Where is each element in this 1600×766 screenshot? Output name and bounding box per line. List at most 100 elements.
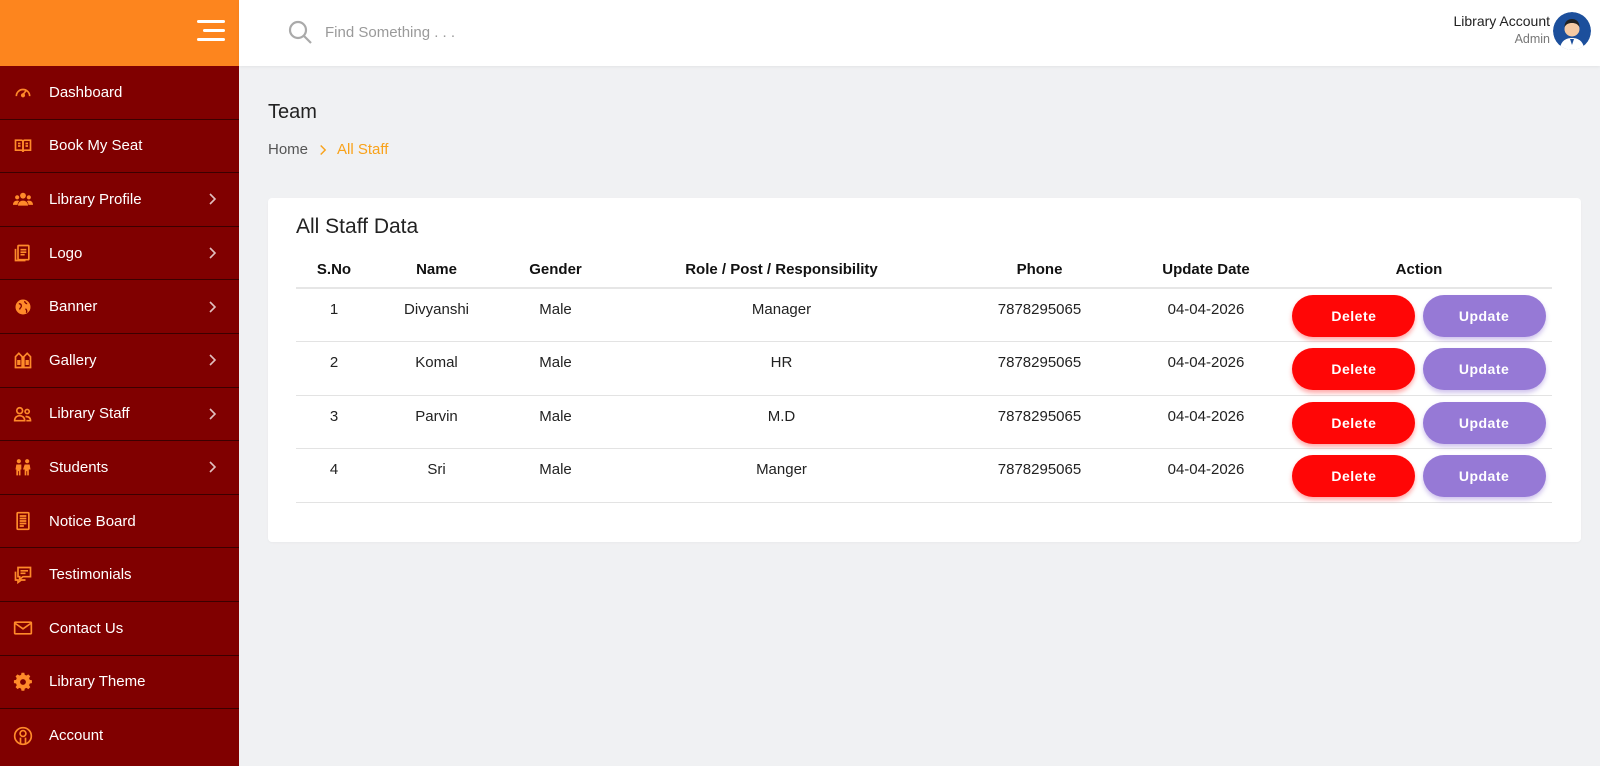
breadcrumb-home-link[interactable]: Home <box>268 141 308 158</box>
sidebar-item-library-profile[interactable]: Library Profile <box>0 173 239 227</box>
column-header: Gender <box>501 252 610 289</box>
gallery-icon <box>12 349 34 371</box>
cell-phone: 7878295065 <box>953 288 1126 342</box>
sidebar-item-account[interactable]: Account <box>0 709 239 763</box>
cell-actions: Delete Update <box>1286 288 1552 342</box>
table-row: 4 Sri Male Manger 7878295065 04-04-2026 … <box>296 448 1552 503</box>
sidebar-item-label: Book My Seat <box>49 137 143 155</box>
account-icon <box>12 725 34 747</box>
sidebar-item-banner[interactable]: Banner <box>0 280 239 334</box>
cell-role: Manager <box>610 288 953 342</box>
mail-icon <box>12 617 34 639</box>
brand-bar <box>0 0 239 66</box>
cell-sno: 2 <box>296 341 372 396</box>
cell-update-date: 04-04-2026 <box>1126 288 1286 342</box>
users-icon <box>12 188 34 210</box>
search-input[interactable] <box>325 20 625 44</box>
book-icon <box>12 135 34 157</box>
account-name: Library Account <box>1453 13 1551 29</box>
speedometer-icon <box>12 81 34 103</box>
hamburger-menu-icon[interactable] <box>197 20 225 44</box>
document-icon <box>12 242 34 264</box>
chevron-right-icon <box>207 408 217 420</box>
card-title: All Staff Data <box>296 215 419 238</box>
sidebar-item-contact-us[interactable]: Contact Us <box>0 602 239 656</box>
chat-icon <box>12 564 34 586</box>
cell-sno: 4 <box>296 448 372 503</box>
sidebar-item-dashboard[interactable]: Dashboard <box>0 66 239 120</box>
delete-button[interactable]: Delete <box>1292 295 1416 337</box>
breadcrumb-current: All Staff <box>337 141 389 158</box>
cell-name: Sri <box>372 448 501 503</box>
update-button[interactable]: Update <box>1422 455 1546 497</box>
cell-sno: 3 <box>296 395 372 449</box>
table-row: 2 Komal Male HR 7878295065 04-04-2026 De… <box>296 341 1552 396</box>
update-button[interactable]: Update <box>1422 295 1546 337</box>
cell-actions: Delete Update <box>1286 341 1552 396</box>
cell-update-date: 04-04-2026 <box>1126 395 1286 449</box>
sidebar-item-label: Gallery <box>49 351 97 369</box>
account-info[interactable]: Library Account Admin <box>1454 13 1551 46</box>
sidebar-item-book-my-seat[interactable]: Book My Seat <box>0 120 239 174</box>
cell-update-date: 04-04-2026 <box>1126 448 1286 503</box>
sidebar-item-label: Library Staff <box>49 405 130 423</box>
cell-actions: Delete Update <box>1286 395 1552 449</box>
top-header: Library Account Admin <box>239 0 1600 66</box>
staff-table: S.No Name Gender Role / Post / Responsib… <box>296 252 1552 503</box>
sidebar-item-students[interactable]: Students <box>0 441 239 495</box>
cell-name: Divyanshi <box>372 288 501 342</box>
chevron-right-icon <box>318 144 327 156</box>
page-title: Team <box>268 101 317 123</box>
column-header: Name <box>372 252 501 289</box>
update-button[interactable]: Update <box>1422 401 1546 444</box>
cell-gender: Male <box>501 288 610 342</box>
cell-phone: 7878295065 <box>953 341 1126 396</box>
cell-role: HR <box>610 341 953 396</box>
notice-icon <box>12 510 34 532</box>
cell-actions: Delete Update <box>1286 448 1552 503</box>
sidebar-item-label: Banner <box>49 298 98 316</box>
table-row: 1 Divyanshi Male Manager 7878295065 04-0… <box>296 288 1552 342</box>
sidebar-item-label: Testimonials <box>49 566 132 584</box>
sidebar-item-label: Account <box>49 727 104 745</box>
sidebar-item-library-theme[interactable]: Library Theme <box>0 656 239 710</box>
breadcrumb: Home All Staff <box>268 141 388 158</box>
delete-button[interactable]: Delete <box>1292 455 1416 497</box>
cell-phone: 7878295065 <box>953 448 1126 503</box>
delete-button[interactable]: Delete <box>1292 401 1416 444</box>
update-button[interactable]: Update <box>1422 348 1546 390</box>
sidebar-item-logo[interactable]: Logo <box>0 227 239 281</box>
chevron-right-icon <box>207 301 217 313</box>
table-row: 3 Parvin Male M.D 7878295065 04-04-2026 … <box>296 395 1552 449</box>
table-header-row: S.No Name Gender Role / Post / Responsib… <box>296 252 1552 289</box>
sidebar-item-library-staff[interactable]: Library Staff <box>0 388 239 442</box>
cell-phone: 7878295065 <box>953 395 1126 449</box>
chevron-right-icon <box>207 354 217 366</box>
sidebar-item-gallery[interactable]: Gallery <box>0 334 239 388</box>
gear-icon <box>12 671 34 693</box>
delete-button[interactable]: Delete <box>1292 348 1416 390</box>
sidebar: Dashboard Book My Seat Library Profile L… <box>0 0 239 766</box>
sidebar-item-notice-board[interactable]: Notice Board <box>0 495 239 549</box>
cell-gender: Male <box>501 395 610 449</box>
staff-data-card: All Staff Data S.No Name Gender Role / P… <box>268 198 1581 542</box>
sidebar-item-label: Students <box>49 458 109 476</box>
column-header: S.No <box>296 252 372 289</box>
sidebar-item-label: Dashboard <box>49 83 123 101</box>
search-icon[interactable] <box>287 19 313 45</box>
students-icon <box>12 456 34 478</box>
cell-sno: 1 <box>296 288 372 342</box>
sidebar-item-testimonials[interactable]: Testimonials <box>0 548 239 602</box>
column-header: Role / Post / Responsibility <box>610 252 953 289</box>
cell-gender: Male <box>501 448 610 503</box>
chevron-right-icon <box>207 461 217 474</box>
avatar[interactable] <box>1553 12 1591 50</box>
sidebar-item-label: Notice Board <box>49 512 136 530</box>
column-header: Action <box>1286 252 1552 289</box>
cell-role: M.D <box>610 395 953 449</box>
chevron-right-icon <box>207 247 217 259</box>
cell-name: Parvin <box>372 395 501 449</box>
staff-icon <box>12 403 34 425</box>
cell-update-date: 04-04-2026 <box>1126 341 1286 396</box>
chevron-right-icon <box>207 193 217 206</box>
